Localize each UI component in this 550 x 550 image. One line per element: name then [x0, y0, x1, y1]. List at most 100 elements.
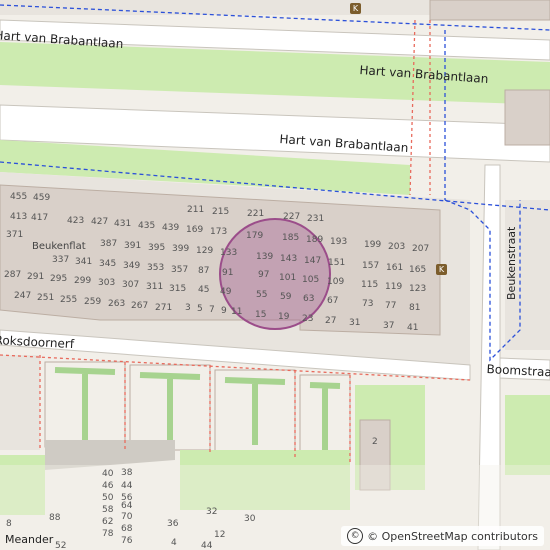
- house-number: 36: [167, 519, 179, 529]
- house-number: 31: [349, 318, 361, 328]
- copyright-icon: ©: [347, 528, 364, 544]
- house-number: 193: [330, 237, 348, 247]
- house-number: 15: [255, 310, 267, 320]
- house-number: 267: [131, 301, 149, 311]
- house-number: 157: [362, 261, 380, 271]
- house-number: 151: [328, 258, 346, 268]
- house-number: 391: [124, 241, 142, 251]
- house-number: 4: [171, 538, 177, 548]
- house-number: 189: [306, 235, 324, 245]
- house-number: 52: [55, 541, 67, 550]
- house-number: 78: [102, 529, 114, 539]
- house-number: 139: [256, 252, 274, 262]
- house-number: 169: [186, 225, 204, 235]
- house-number: 3: [185, 303, 191, 313]
- building-top-right: [429, 0, 550, 21]
- house-number: 221: [247, 209, 265, 219]
- house-number: 30: [244, 514, 256, 524]
- house-number: 295: [50, 274, 68, 284]
- house-number: 59: [280, 292, 292, 302]
- house-number: 133: [220, 248, 238, 258]
- house-number: 68: [121, 524, 133, 534]
- house-number: 439: [162, 223, 180, 233]
- house-number: 263: [108, 299, 126, 309]
- house-number: 185: [282, 233, 300, 243]
- house-number: 247: [14, 291, 32, 301]
- house-number: 115: [361, 280, 379, 290]
- house-number: 291: [27, 272, 45, 282]
- house-number: 129: [196, 246, 214, 256]
- house-number: 431: [114, 219, 132, 229]
- house-number: 76: [121, 536, 133, 546]
- house-number: 38: [121, 468, 133, 478]
- lot-0: [0, 355, 40, 450]
- house-number: 32: [206, 507, 218, 517]
- house-number: 417: [31, 213, 49, 223]
- house-number: 303: [98, 278, 116, 288]
- house-number: 2: [372, 437, 378, 447]
- house-number: 357: [171, 265, 189, 275]
- house-number: 259: [84, 297, 102, 307]
- house-number: 211: [187, 205, 205, 215]
- house-number: 255: [60, 295, 78, 305]
- house-number: 287: [4, 270, 22, 280]
- house-number: 371: [6, 230, 24, 240]
- building-right-top: [504, 89, 550, 146]
- house-number: 387: [100, 239, 118, 249]
- grass-right: [505, 395, 550, 475]
- house-number: 311: [146, 282, 164, 292]
- house-number: 435: [138, 221, 156, 231]
- house-number: 88: [49, 513, 61, 523]
- house-number: 423: [67, 216, 85, 226]
- building-name-label: Beukenflat: [32, 241, 86, 252]
- house-number: 67: [327, 296, 339, 306]
- house-number: 399: [172, 244, 190, 254]
- house-number: 27: [325, 316, 337, 326]
- house-number: 147: [304, 256, 322, 266]
- house-number: 345: [99, 259, 117, 269]
- poi-icon[interactable]: K: [436, 264, 447, 275]
- house-number: 50: [102, 493, 114, 503]
- house-number: 40: [102, 469, 114, 479]
- poi-icon[interactable]: K: [350, 3, 361, 14]
- house-number: 77: [385, 301, 397, 311]
- house-number: 123: [409, 284, 427, 294]
- house-number: 97: [258, 270, 270, 280]
- house-number: 203: [388, 242, 406, 252]
- house-number: 413: [10, 212, 28, 222]
- map-canvas[interactable]: Hart van Brabantlaan Hart van Brabantlaa…: [0, 0, 550, 550]
- house-number: 81: [409, 303, 421, 313]
- house-number: 173: [210, 227, 228, 237]
- house-number: 271: [155, 303, 173, 313]
- house-number: 395: [148, 243, 166, 253]
- house-number: 143: [280, 254, 298, 264]
- house-number: 7: [209, 305, 215, 315]
- house-number: 41: [407, 323, 419, 333]
- house-number: 109: [327, 277, 345, 287]
- house-number: 119: [385, 282, 403, 292]
- house-number: 231: [307, 214, 325, 224]
- attribution[interactable]: © © OpenStreetMap contributors: [341, 526, 544, 546]
- house-number: 37: [383, 321, 395, 331]
- house-number: 46: [102, 481, 114, 491]
- house-number: 337: [52, 255, 70, 265]
- house-number: 455: [10, 192, 28, 202]
- house-number: 64: [121, 501, 133, 511]
- house-number: 58: [102, 505, 114, 515]
- house-number: 5: [197, 304, 203, 314]
- house-number: 12: [214, 530, 226, 540]
- house-number: 44: [121, 481, 133, 491]
- house-number: 9: [221, 306, 227, 316]
- street-label: Beukenstraat: [505, 226, 518, 300]
- house-number: 315: [169, 284, 187, 294]
- house-number: 45: [198, 285, 210, 295]
- house-number: 49: [220, 287, 232, 297]
- house-number: 62: [102, 517, 114, 527]
- house-number: 427: [91, 217, 109, 227]
- house-number: 215: [212, 207, 230, 217]
- house-number: 179: [246, 231, 264, 241]
- house-number: 23: [302, 314, 314, 324]
- house-number: 341: [75, 257, 93, 267]
- house-number: 307: [122, 280, 140, 290]
- house-number: 199: [364, 240, 382, 250]
